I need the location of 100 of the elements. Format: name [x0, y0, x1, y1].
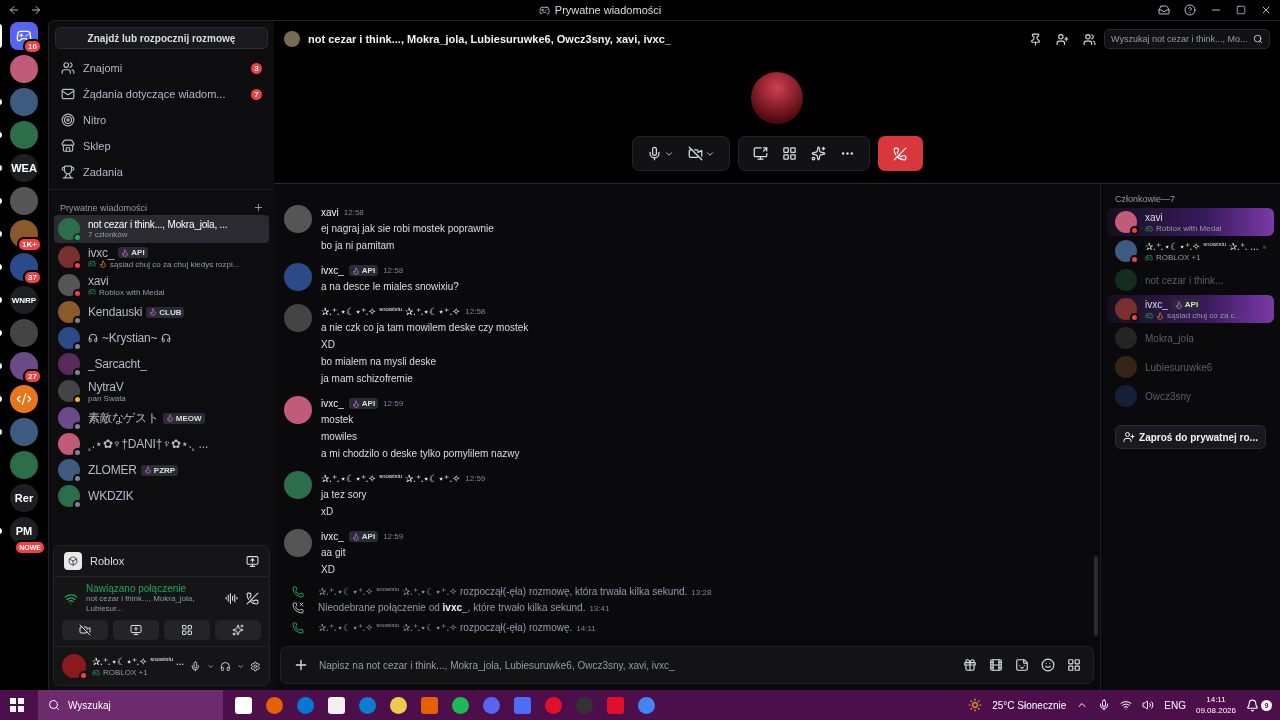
- gift-icon[interactable]: [963, 658, 977, 672]
- gamepad-icon: [1145, 224, 1153, 233]
- audio-icon[interactable]: [225, 592, 238, 605]
- network-icon[interactable]: [1120, 699, 1133, 711]
- server-icon[interactable]: Rer: [10, 484, 38, 512]
- avatar: [284, 471, 312, 499]
- taskbar-app-icon[interactable]: [328, 696, 345, 714]
- volume-icon[interactable]: [1142, 699, 1155, 711]
- help-icon[interactable]: [1184, 4, 1196, 16]
- member-item[interactable]: ✰.⁺.⋆☾⋆⁺.✧ $^{snowixiu}$ ✰.⁺. ... ROBLOX +1: [1107, 237, 1274, 265]
- microphone-icon[interactable]: [190, 659, 201, 673]
- dm-item[interactable]: 素敵なゲスト MEOW: [54, 405, 269, 431]
- server-icon[interactable]: [10, 385, 38, 413]
- flame-icon: [351, 399, 360, 408]
- soundboard-button[interactable]: [215, 620, 261, 640]
- people-icon: [61, 61, 75, 75]
- hang-up-button[interactable]: [877, 136, 923, 171]
- message-input[interactable]: Napisz na not cezar i think..., Mokra_jola, Lubiesuruwke6, Owcz3sny, xavi, ivxc_: [280, 646, 1094, 684]
- forward-icon[interactable]: [30, 4, 42, 16]
- dm-item[interactable]: ivxc_ API sąsiad chuj co za chuj kiedys rozpi...: [54, 243, 269, 271]
- dm-item[interactable]: ~Krystian~: [54, 325, 269, 351]
- notification-icon[interactable]: [1246, 698, 1259, 712]
- message-author: ✰.⁺.⋆☾⋆⁺.✧ $^{snowixiu}$ ✰.⁺.⋆☾⋆⁺.✧: [321, 305, 461, 318]
- dm-subtitle: Roblox with Medal: [99, 287, 165, 297]
- windows-logo[interactable]: [10, 698, 24, 712]
- apps-icon[interactable]: [1067, 658, 1081, 672]
- add-user-icon[interactable]: [1056, 32, 1069, 46]
- message-time: 12:59: [383, 532, 404, 541]
- camera-off-icon: [79, 624, 91, 636]
- search-conversation-button[interactable]: Znajdź lub rozpocznij rozmowę: [55, 27, 268, 49]
- microphone-icon[interactable]: [1098, 699, 1111, 711]
- nav-item[interactable]: Zadania: [49, 159, 274, 185]
- sticker-icon[interactable]: [1015, 658, 1029, 672]
- dm-item[interactable]: not cezar i think..., Mokra_jola, ... 7 członków: [54, 215, 269, 243]
- nav-item[interactable]: Żądania dotyczące wiadom... 7: [49, 81, 274, 107]
- taskbar-app-icon[interactable]: [390, 696, 407, 714]
- back-icon[interactable]: [8, 4, 20, 16]
- dm-name: 素敵なゲスト: [88, 409, 159, 427]
- plus-icon[interactable]: [293, 657, 309, 673]
- nav-item[interactable]: Sklep: [49, 133, 274, 159]
- member-item[interactable]: ivxc_ API sąsiad chuj co za c...: [1107, 295, 1274, 323]
- message-text: aa git: [321, 546, 347, 560]
- people-icon[interactable]: [1083, 32, 1096, 46]
- dm-item[interactable]: NytraV pan Swata: [54, 377, 269, 405]
- flame-icon: [1174, 300, 1183, 309]
- taskbar-search[interactable]: Wyszukaj: [38, 690, 223, 720]
- dm-name: ivxc_: [88, 245, 115, 260]
- screen-share-button[interactable]: [113, 620, 159, 640]
- scrollbar[interactable]: [1094, 556, 1098, 636]
- maximize-icon[interactable]: [1236, 5, 1246, 15]
- server-icon[interactable]: WNRP: [10, 286, 38, 314]
- gamepad-icon: [92, 668, 100, 677]
- invite-button[interactable]: Zaproś do prywatnej ro...: [1115, 425, 1266, 449]
- nav-item[interactable]: Znajomi 3: [49, 55, 274, 81]
- message-text: ja tez sory: [321, 488, 368, 502]
- section-title: Prywatne wiadomości: [60, 202, 148, 213]
- screen-share-icon: [752, 146, 768, 161]
- search-icon: [48, 699, 60, 711]
- server-image[interactable]: [10, 352, 38, 380]
- activities-button[interactable]: [164, 620, 210, 640]
- inbox-icon[interactable]: [1158, 4, 1170, 16]
- server-icon[interactable]: WEA: [10, 154, 38, 182]
- microphone-icon: [646, 146, 662, 161]
- language-indicator[interactable]: ENG: [1164, 699, 1186, 711]
- headphones-icon: [161, 333, 172, 343]
- headphones-icon[interactable]: [220, 659, 231, 673]
- screen-share-icon[interactable]: [246, 554, 259, 568]
- screen-share-icon: [130, 624, 142, 636]
- member-name: Owcz3sny: [1145, 389, 1192, 403]
- code-icon: [16, 391, 32, 407]
- taskbar-app-icon[interactable]: [235, 696, 252, 714]
- dm-item[interactable]: ˛.⋆✿♆†DANI†♆✿⋆.˛ ...: [54, 431, 269, 457]
- close-icon[interactable]: [1260, 4, 1272, 16]
- search-field[interactable]: Wyszukaj not cezar i think..., Mo...: [1104, 29, 1270, 49]
- weather-text[interactable]: 25°C Słonecznie: [992, 699, 1067, 711]
- channel-title: not cezar i think..., Mokra_jola, Lubiesuruwke6, Owcz3sny, xavi, ivxc_: [308, 33, 672, 45]
- user-activity: ROBLOX +1: [103, 668, 148, 677]
- dm-item[interactable]: _Sarcacht_: [54, 351, 269, 377]
- flame-icon: [143, 466, 152, 474]
- hang-up-icon[interactable]: [246, 592, 259, 605]
- message-text: XD: [321, 338, 336, 352]
- dm-item[interactable]: Kendauski CLUB: [54, 299, 269, 325]
- dm-item[interactable]: WKDZIK: [54, 483, 269, 509]
- dm-item[interactable]: ZLOMER PZRP: [54, 457, 269, 483]
- sparkles-icon: [810, 146, 826, 161]
- nav-item[interactable]: Nitro: [49, 107, 274, 133]
- emoji-icon[interactable]: [1041, 658, 1055, 672]
- plus-icon[interactable]: [253, 202, 264, 213]
- guild-tag: API: [1171, 299, 1202, 310]
- pin-icon[interactable]: [1029, 32, 1042, 46]
- add-user-icon: [1123, 431, 1136, 443]
- message-time: 12:59: [465, 474, 486, 483]
- dm-name: WKDZIK: [88, 489, 134, 503]
- settings-icon[interactable]: [250, 659, 261, 673]
- member-item[interactable]: xavi Roblox with Medal: [1107, 208, 1274, 236]
- avatar: [1115, 385, 1137, 407]
- dm-item[interactable]: xavi Roblox with Medal: [54, 271, 269, 299]
- server-home-button[interactable]: [10, 22, 38, 50]
- dm-name: NytraV: [88, 379, 124, 394]
- clock[interactable]: 14:11 09.08.2026: [1195, 694, 1236, 716]
